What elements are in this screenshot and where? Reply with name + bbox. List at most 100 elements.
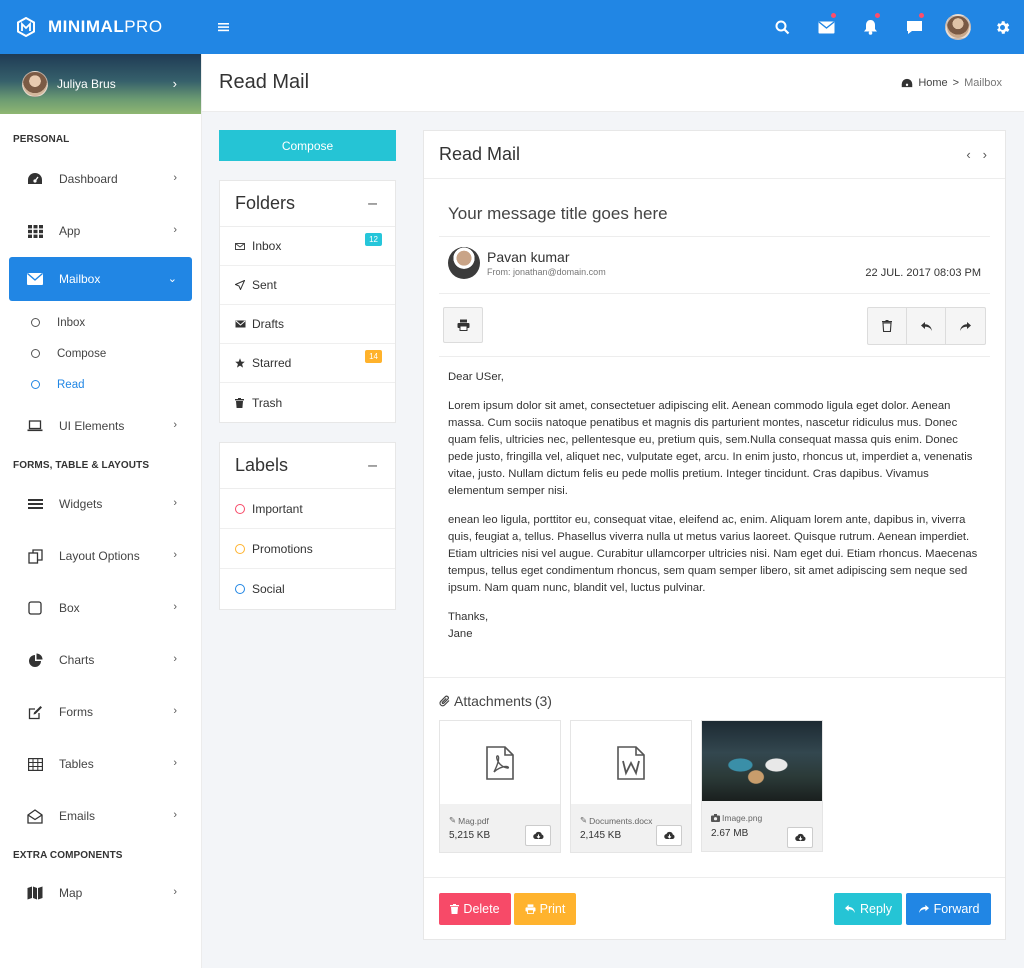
sidebar-subitem-compose[interactable]: Compose [0, 338, 201, 369]
sidebar-item-forms[interactable]: Forms › [0, 686, 201, 738]
sidebar-item-map[interactable]: Map › [0, 867, 201, 919]
sidebar-item-label: Widgets [59, 497, 103, 511]
delete-button[interactable]: Delete [439, 893, 511, 925]
read-mail-panel: Read Mail ‹ › Your message title goes her… [423, 130, 1006, 940]
attachment-card-image[interactable]: Image.png 2.67 MB [701, 720, 823, 852]
bars-icon [26, 495, 44, 513]
label-text: Promotions [252, 541, 313, 556]
chevron-left-icon[interactable]: ‹ [966, 147, 970, 162]
folders-box: Folders – Inbox 12 Sent Drafts Starred 14 T… [219, 180, 396, 423]
chevron-right-icon: › [173, 757, 177, 769]
sidebar-item-box[interactable]: Box › [0, 582, 201, 634]
cloud-download-icon[interactable] [525, 825, 551, 846]
sidebar-item-charts[interactable]: Charts › [0, 634, 201, 686]
sidebar-item-label: Dashboard [59, 172, 118, 186]
notifications-bell-icon[interactable] [848, 0, 892, 54]
label-text: Important [252, 501, 303, 516]
sidebar-subitem-label: Inbox [57, 316, 86, 329]
circle-icon [235, 503, 245, 514]
user-panel[interactable]: Juliya Brus › [0, 54, 201, 114]
sidebar-item-app[interactable]: App › [0, 205, 201, 257]
reply-icon[interactable] [907, 308, 946, 344]
trash-icon[interactable] [868, 308, 907, 344]
user-avatar[interactable] [936, 0, 980, 54]
collapse-minus-icon[interactable]: – [368, 195, 377, 213]
mail-signoff: Thanks, [448, 611, 489, 623]
paper-plane-icon [235, 280, 247, 290]
sidebar-item-emails[interactable]: Emails › [0, 790, 201, 842]
attachment-name: Mag.pdf [458, 815, 489, 826]
brand-name-suffix: PRO [124, 17, 163, 36]
breadcrumb-current: Mailbox [964, 76, 1002, 89]
sidebar-subitem-read[interactable]: Read [0, 369, 201, 400]
compose-button[interactable]: Compose [219, 130, 396, 161]
sidebar: Juliya Brus › PERSONAL Dashboard › App › M… [0, 54, 202, 968]
label-item-promotions[interactable]: Promotions [220, 529, 395, 569]
share-forward-icon[interactable] [946, 308, 985, 344]
copy-icon [26, 547, 44, 565]
settings-gear-icon[interactable] [980, 0, 1024, 54]
forward-button[interactable]: Forward [906, 893, 991, 925]
folder-item-drafts[interactable]: Drafts [220, 305, 395, 344]
breadcrumb-home-link[interactable]: Home [918, 77, 947, 89]
paperclip-icon [439, 695, 451, 707]
label-item-important[interactable]: Important [220, 489, 395, 529]
mail-toolbar-actions [867, 307, 986, 345]
folder-item-inbox[interactable]: Inbox 12 [220, 227, 395, 266]
sidebar-item-widgets[interactable]: Widgets › [0, 478, 201, 530]
messages-icon[interactable] [804, 0, 848, 54]
folder-item-trash[interactable]: Trash [220, 383, 395, 422]
attachment-card-pdf[interactable]: ✎ Mag.pdf 5,215 KB [439, 720, 561, 853]
folders-title: Folders [235, 193, 296, 213]
folder-item-sent[interactable]: Sent [220, 266, 395, 305]
print-icon[interactable] [443, 307, 483, 343]
brand-name: MINIMAL [48, 17, 125, 36]
collapse-minus-icon[interactable]: – [368, 457, 377, 475]
sidebar-item-label: Map [59, 886, 83, 900]
label-item-social[interactable]: Social [220, 569, 395, 609]
sidebar-item-dashboard[interactable]: Dashboard › [0, 153, 201, 205]
reply-icon [844, 904, 856, 914]
dashboard-icon [26, 170, 44, 188]
chevron-down-icon: ⌄ [167, 273, 177, 285]
chat-icon[interactable] [892, 0, 936, 54]
chevron-right-icon[interactable]: › [983, 147, 987, 162]
attachments-title: Attachments (3) [439, 693, 552, 709]
sidebar-item-label: Tables [59, 757, 94, 771]
cloud-download-icon[interactable] [656, 825, 682, 846]
folder-item-starred[interactable]: Starred 14 [220, 344, 395, 383]
search-icon[interactable] [760, 0, 804, 54]
attachment-card-docx[interactable]: ✎ Documents.docx 2,145 KB [570, 720, 692, 853]
cloud-download-icon[interactable] [787, 827, 813, 848]
sidebar-item-label: Mailbox [59, 272, 101, 286]
section-heading-forms: FORMS, TABLE & LAYOUTS [13, 460, 150, 471]
envelope-icon [26, 270, 44, 288]
sidebar-subitem-inbox[interactable]: Inbox [0, 307, 201, 338]
section-heading-extra: EXTRA COMPONENTS [13, 850, 123, 861]
brand-logo[interactable]: MINIMAL PRO [0, 0, 202, 54]
folder-label: Starred [252, 356, 292, 370]
sidebar-item-tables[interactable]: Tables › [0, 738, 201, 790]
print-button[interactable]: Print [514, 893, 576, 925]
circle-icon [31, 349, 40, 358]
sidebar-user-name: Juliya Brus [57, 77, 116, 91]
delete-label: Delete [463, 902, 500, 916]
circle-icon [235, 543, 245, 554]
sidebar-item-label: UI Elements [59, 419, 125, 433]
sidebar-item-label: Emails [59, 809, 96, 823]
page-title: Read Mail [219, 71, 310, 93]
chevron-right-icon: › [173, 705, 177, 717]
chevron-right-icon: › [173, 809, 177, 821]
share-forward-icon [918, 904, 930, 914]
sidebar-item-ui-elements[interactable]: UI Elements › [0, 400, 201, 452]
sidebar-item-mailbox[interactable]: Mailbox ⌄ [9, 257, 192, 301]
sidebar-item-label: Layout Options [59, 549, 140, 563]
section-heading-personal: PERSONAL [13, 134, 70, 145]
hamburger-menu-icon[interactable] [218, 22, 229, 32]
sidebar-item-layout-options[interactable]: Layout Options › [0, 530, 201, 582]
content-header: Read Mail Home > Mailbox [202, 54, 1024, 112]
reply-button[interactable]: Reply [834, 893, 902, 925]
paperclip-icon: ✎ [580, 815, 588, 825]
sender-email: From: jonathan@domain.com [487, 267, 606, 277]
inbox-count-badge: 12 [365, 233, 382, 246]
